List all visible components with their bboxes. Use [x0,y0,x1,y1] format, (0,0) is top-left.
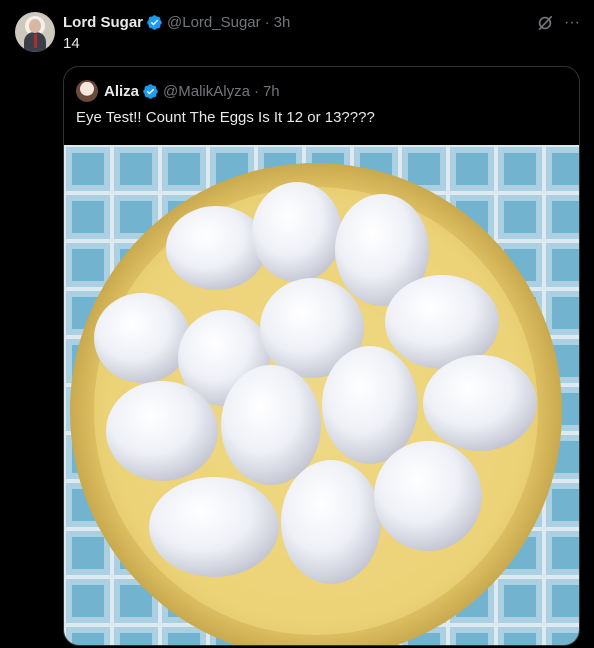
tweet-header: Lord Sugar @Lord_Sugar · 3h [63,12,290,32]
verified-badge-icon [147,14,162,30]
author-avatar[interactable] [15,12,55,52]
tweet-text: 14 [63,35,80,52]
quoted-tweet-image[interactable] [64,145,580,646]
quoted-tweet[interactable]: Aliza @MalikAlyza · 7h Eye Test!! Count … [63,66,580,646]
quoted-tweet-text: Eye Test!! Count The Eggs Is It 12 or 13… [76,109,375,126]
more-icon[interactable]: ··· [562,13,582,33]
verified-badge-icon [143,83,158,99]
quoted-tweet-time[interactable]: 7h [263,83,280,100]
grok-icon[interactable] [535,13,555,33]
author-name[interactable]: Lord Sugar [63,14,143,31]
tweet-time[interactable]: 3h [274,14,291,31]
tweet[interactable]: Lord Sugar @Lord_Sugar · 3h ··· 14 Aliza… [0,0,594,648]
separator-dot: · [253,82,259,100]
quoted-author-handle[interactable]: @MalikAlyza [163,83,250,100]
author-handle[interactable]: @Lord_Sugar [167,14,261,31]
quoted-tweet-header: Aliza @MalikAlyza · 7h [104,80,280,102]
quoted-author-name[interactable]: Aliza [104,83,139,100]
separator-dot: · [264,13,270,31]
quoted-author-avatar[interactable] [76,80,98,102]
